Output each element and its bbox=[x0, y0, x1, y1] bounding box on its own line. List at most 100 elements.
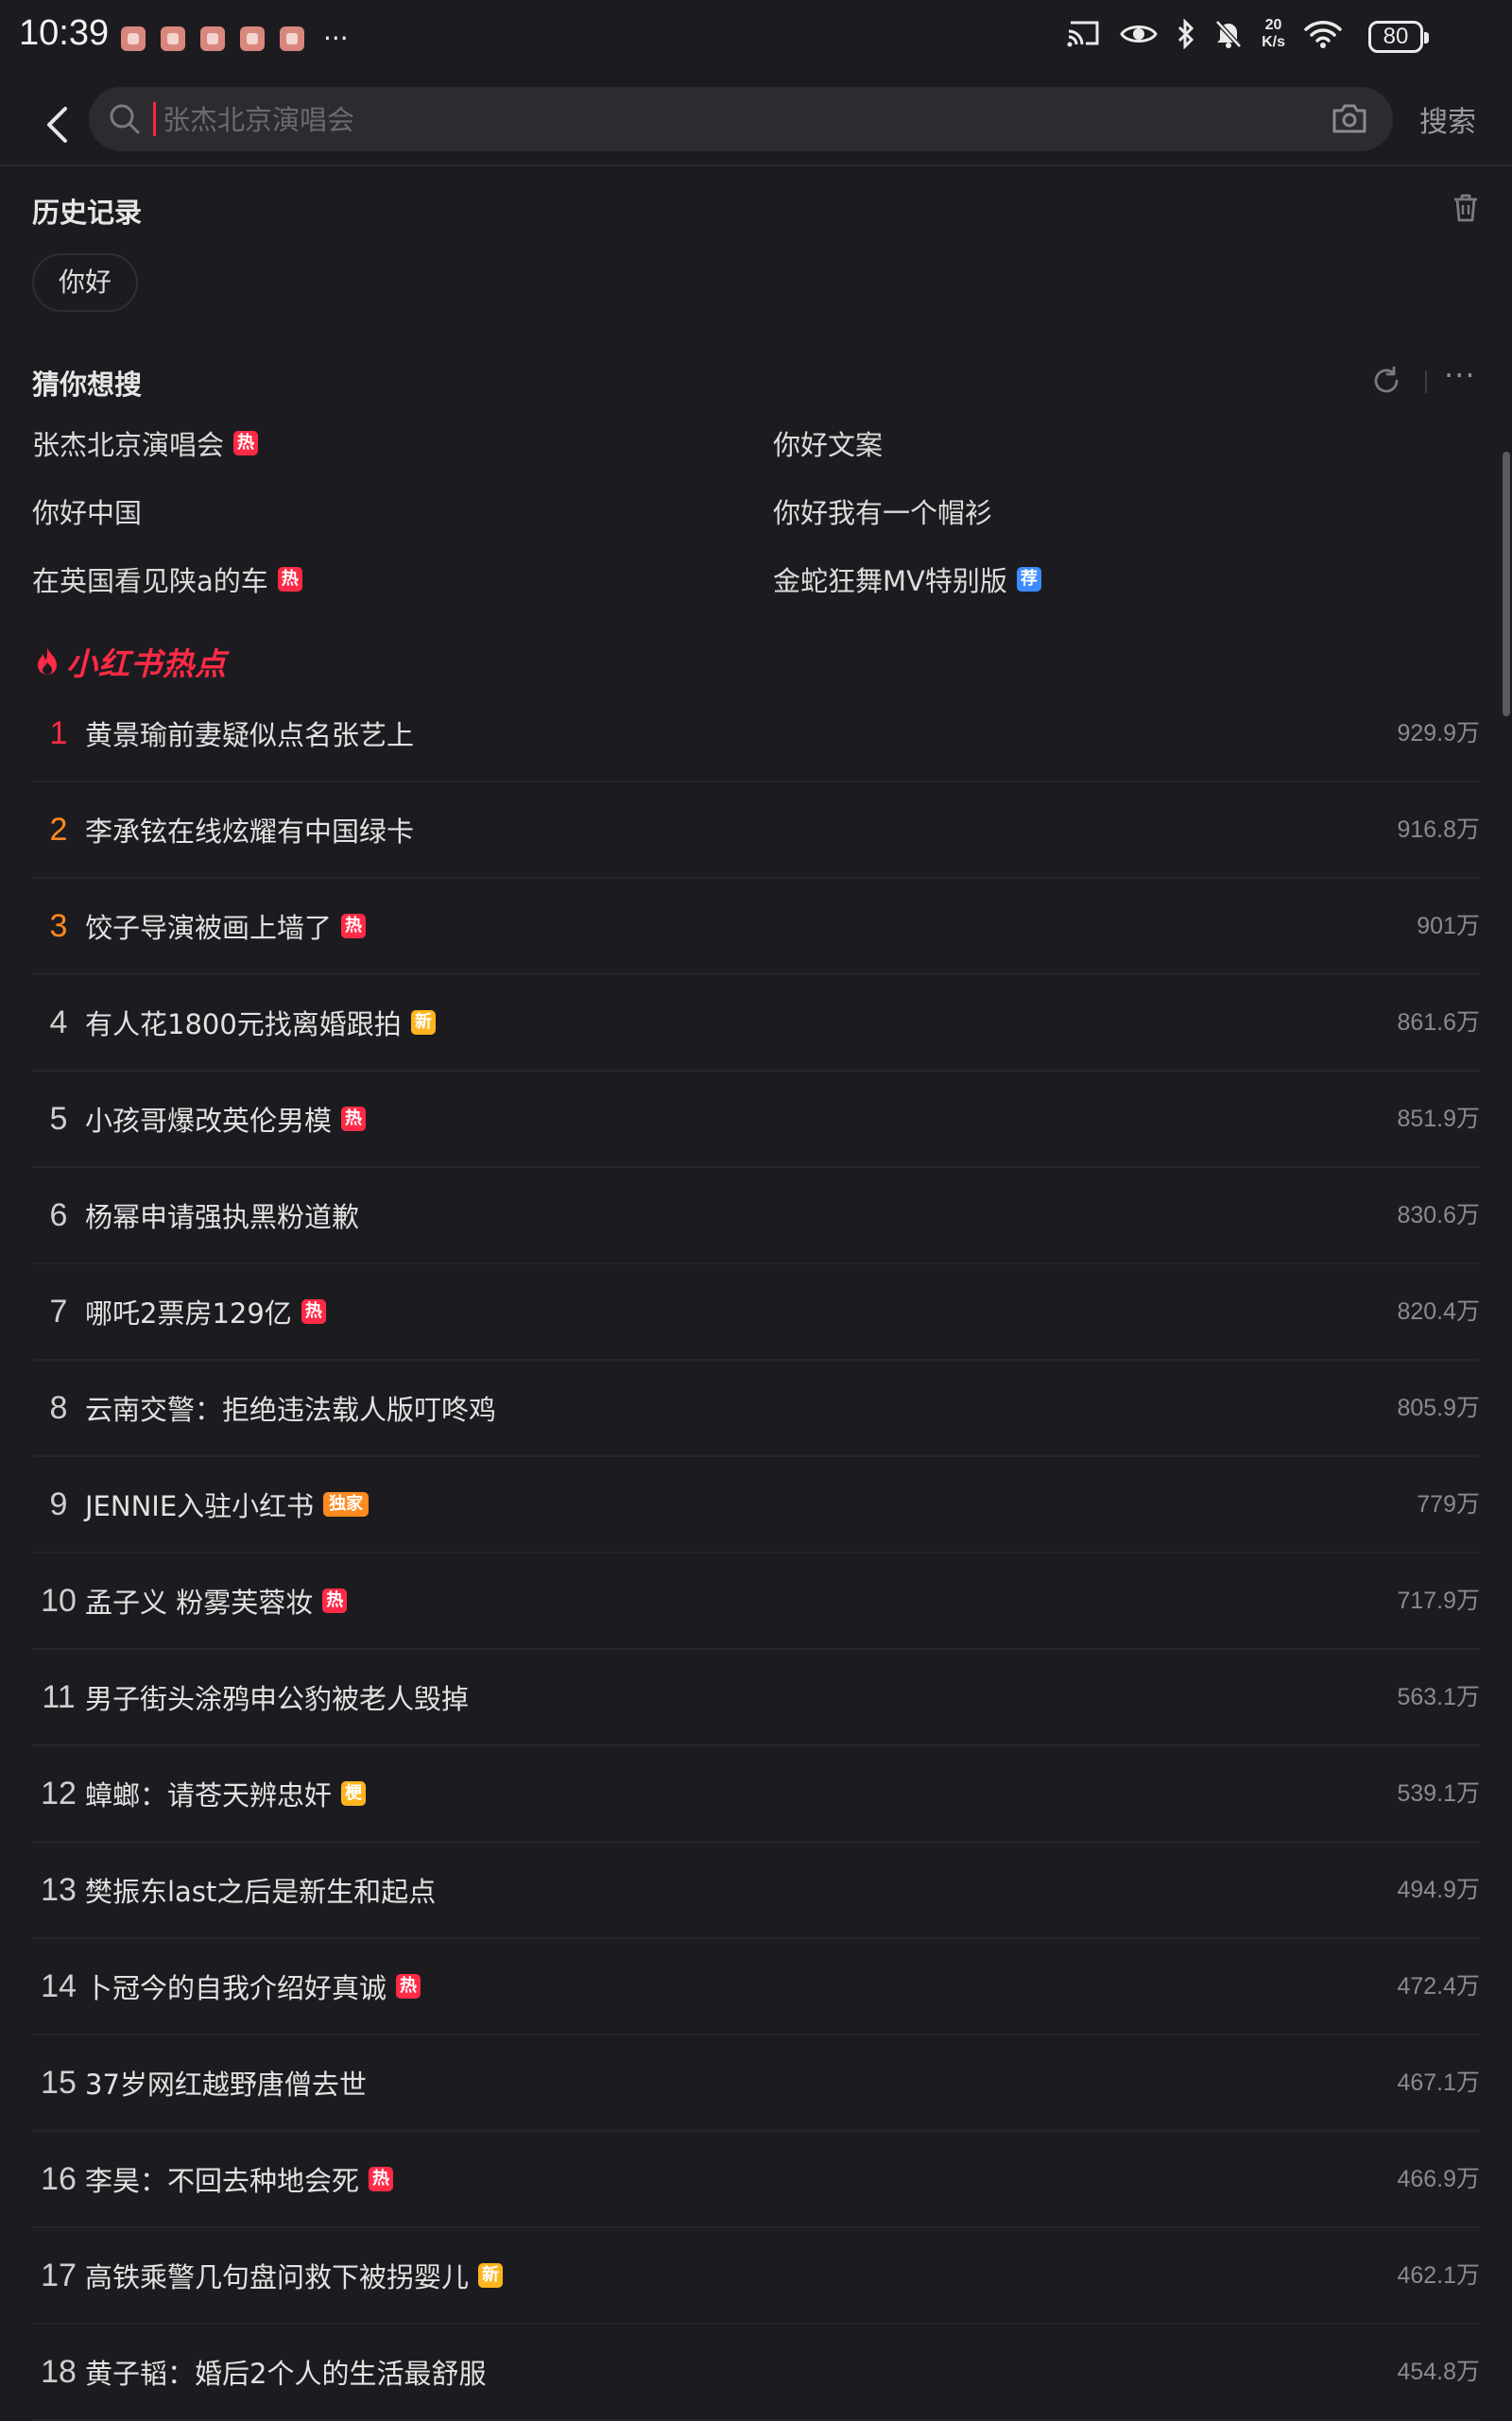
hot-title-text: 小孩哥爆改英伦男模热 bbox=[85, 1072, 367, 1166]
hot-title-text: 男子街头涂鸦申公豹被老人毁掉 bbox=[85, 1650, 469, 1744]
search-box[interactable] bbox=[89, 87, 1393, 151]
guess-item[interactable]: 你好中国 bbox=[32, 491, 142, 531]
hot-title-text: JENNIE入驻小红书 独家 bbox=[85, 1457, 369, 1552]
notification-icons: ··· bbox=[121, 26, 349, 52]
screen-cast-icon bbox=[1067, 20, 1101, 48]
hot-rank: 10 bbox=[41, 1583, 77, 1619]
hot-list-row[interactable]: 2 李承铉在线炫耀有中国绿卡 916.8万 bbox=[32, 782, 1480, 879]
hot-count: 830.6万 bbox=[1397, 1202, 1480, 1228]
eye-icon bbox=[1120, 21, 1158, 47]
hot-rank: 12 bbox=[41, 1776, 77, 1811]
hot-item-text: 李昊：不回去种地会死 bbox=[85, 2165, 360, 2197]
camera-icon[interactable] bbox=[1331, 100, 1368, 136]
bluetooth-icon bbox=[1177, 19, 1195, 49]
guess-item[interactable]: 你好我有一个帽衫 bbox=[773, 491, 992, 531]
hot-rank: 11 bbox=[42, 1679, 76, 1715]
hot-rank: 9 bbox=[49, 1486, 68, 1522]
hot-tag: 热 bbox=[277, 567, 302, 592]
hot-count: 929.9万 bbox=[1397, 720, 1480, 747]
recommend-tag: 荐 bbox=[1016, 567, 1041, 592]
hot-item-text: 黄景瑜前妻疑似点名张艺上 bbox=[85, 719, 415, 751]
hot-list-row[interactable]: 16 李昊：不回去种地会死热 466.9万 bbox=[32, 2132, 1480, 2228]
hot-item-text: 哪吒2票房129亿 bbox=[85, 1297, 292, 1330]
hot-list-row[interactable]: 7 哪吒2票房129亿热 820.4万 bbox=[32, 1264, 1480, 1361]
hot-item-text: 孟子义 粉雾芙蓉妆 bbox=[85, 1587, 314, 1619]
guess-title: 猜你想搜 bbox=[32, 369, 143, 401]
hot-tag: 热 bbox=[233, 431, 259, 455]
hot-list-row[interactable]: 4 有人花1800元找离婚跟拍新 861.6万 bbox=[32, 975, 1480, 1072]
hot-count: 563.1万 bbox=[1397, 1684, 1480, 1710]
search-input[interactable] bbox=[161, 96, 1204, 144]
guess-item-text: 你好中国 bbox=[32, 497, 143, 529]
hot-title-text: 黄子韬：婚后2个人的生活最舒服 bbox=[85, 2325, 486, 2419]
hot-list-row[interactable]: 14 卜冠今的自我介绍好真诚热 472.4万 bbox=[32, 1939, 1480, 2035]
guess-item[interactable]: 张杰北京演唱会 热 bbox=[32, 423, 259, 463]
hot-item-text: 李承铉在线炫耀有中国绿卡 bbox=[85, 816, 415, 848]
flame-icon bbox=[38, 647, 57, 675]
status-time: 10:39 bbox=[19, 13, 110, 53]
hot-rank: 18 bbox=[41, 2354, 77, 2390]
hot-list-row[interactable]: 1 黄景瑜前妻疑似点名张艺上 929.9万 bbox=[32, 686, 1480, 782]
hot-title-text: 黄景瑜前妻疑似点名张艺上 bbox=[85, 686, 414, 781]
hot-title-text: 樊振东last之后是新生和起点 bbox=[85, 1843, 436, 1937]
divider bbox=[1425, 370, 1427, 393]
hot-list-row[interactable]: 9 JENNIE入驻小红书 独家 779万 bbox=[32, 1457, 1480, 1554]
hot-tag: 热 bbox=[369, 2167, 394, 2191]
hot-item-text: 有人花1800元找离婚跟拍 bbox=[85, 1008, 402, 1040]
back-arrow-icon bbox=[47, 107, 67, 143]
hot-title-text: 37岁网红越野唐僧去世 bbox=[85, 2035, 367, 2130]
hot-list-row[interactable]: 5 小孩哥爆改英伦男模热 851.9万 bbox=[32, 1072, 1480, 1168]
guess-item-text: 张杰北京演唱会 bbox=[32, 429, 225, 461]
notification-app-icon bbox=[240, 26, 265, 51]
meme-tag: 梗 bbox=[341, 1781, 367, 1806]
hot-list-row[interactable]: 15 37岁网红越野唐僧去世 467.1万 bbox=[32, 2035, 1480, 2132]
guess-item-text: 金蛇狂舞MV特别版 bbox=[773, 565, 1007, 597]
hot-count: 454.8万 bbox=[1397, 2359, 1480, 2385]
hot-item-text: 饺子导演被画上墙了 bbox=[85, 912, 333, 944]
hot-title-text: 有人花1800元找离婚跟拍新 bbox=[85, 975, 436, 1070]
hot-list-row[interactable]: 8 云南交警：拒绝违法载人版叮咚鸡 805.9万 bbox=[32, 1361, 1480, 1457]
hot-list-row[interactable]: 3 饺子导演被画上墙了热 901万 bbox=[32, 879, 1480, 975]
guess-item-text: 你好文案 bbox=[773, 429, 884, 461]
guess-item[interactable]: 在英国看见陕a的车 热 bbox=[32, 559, 302, 599]
hot-list-row[interactable]: 13 樊振东last之后是新生和起点 494.9万 bbox=[32, 1843, 1480, 1939]
history-chip[interactable]: 你好 bbox=[32, 253, 139, 312]
search-icon bbox=[110, 104, 140, 134]
hot-rank: 5 bbox=[49, 1101, 68, 1137]
refresh-icon[interactable] bbox=[1370, 365, 1402, 397]
hot-list-row[interactable]: 12 蟑螂：请苍天辨忠奸梗 539.1万 bbox=[32, 1746, 1480, 1843]
hot-item-text: JENNIE入驻小红书 bbox=[85, 1490, 315, 1522]
hot-rank: 6 bbox=[49, 1197, 68, 1233]
hot-item-text: 杨幂申请强执黑粉道歉 bbox=[85, 1201, 360, 1233]
scrollbar[interactable] bbox=[1503, 452, 1510, 716]
more-options-icon[interactable]: ··· bbox=[1444, 357, 1476, 393]
hot-list-row[interactable]: 17 高铁乘警几句盘问救下被拐婴儿新 462.1万 bbox=[32, 2228, 1480, 2325]
guess-item[interactable]: 金蛇狂舞MV特别版 荐 bbox=[773, 559, 1041, 599]
notification-app-icon bbox=[121, 26, 146, 51]
hot-title-text: 哪吒2票房129亿热 bbox=[85, 1264, 326, 1359]
hot-title-text: 孟子义 粉雾芙蓉妆热 bbox=[85, 1554, 348, 1648]
hot-item-text: 黄子韬：婚后2个人的生活最舒服 bbox=[85, 2358, 487, 2390]
notification-app-icon bbox=[200, 26, 225, 51]
back-button[interactable] bbox=[28, 96, 85, 153]
hot-title-text: 蟑螂：请苍天辨忠奸梗 bbox=[85, 1746, 367, 1841]
trash-icon[interactable] bbox=[1452, 193, 1480, 223]
hot-count: 851.9万 bbox=[1397, 1106, 1480, 1132]
net-speed-unit: K/s bbox=[1262, 34, 1285, 50]
search-button[interactable]: 搜索 bbox=[1419, 98, 1476, 140]
guess-item[interactable]: 你好文案 bbox=[773, 423, 883, 463]
hot-list-row[interactable]: 6 杨幂申请强执黑粉道歉 830.6万 bbox=[32, 1168, 1480, 1264]
hot-count: 466.9万 bbox=[1397, 2166, 1480, 2192]
hot-list-row[interactable]: 10 孟子义 粉雾芙蓉妆热 717.9万 bbox=[32, 1554, 1480, 1650]
hot-count: 462.1万 bbox=[1397, 2262, 1480, 2289]
battery-indicator: 80 bbox=[1368, 21, 1429, 53]
status-bar: 10:39 ··· 20 K/s 80 bbox=[0, 0, 1512, 76]
hot-rank: 4 bbox=[49, 1004, 68, 1040]
hot-list-row[interactable]: 11 男子街头涂鸦申公豹被老人毁掉 563.1万 bbox=[32, 1650, 1480, 1746]
hot-count: 861.6万 bbox=[1397, 1009, 1480, 1036]
hot-tag: 热 bbox=[341, 914, 367, 938]
hot-rank: 1 bbox=[49, 715, 68, 751]
hot-list-row[interactable]: 18 黄子韬：婚后2个人的生活最舒服 454.8万 bbox=[32, 2325, 1480, 2421]
hot-rank: 7 bbox=[49, 1294, 68, 1330]
exclusive-tag: 独家 bbox=[323, 1492, 369, 1517]
